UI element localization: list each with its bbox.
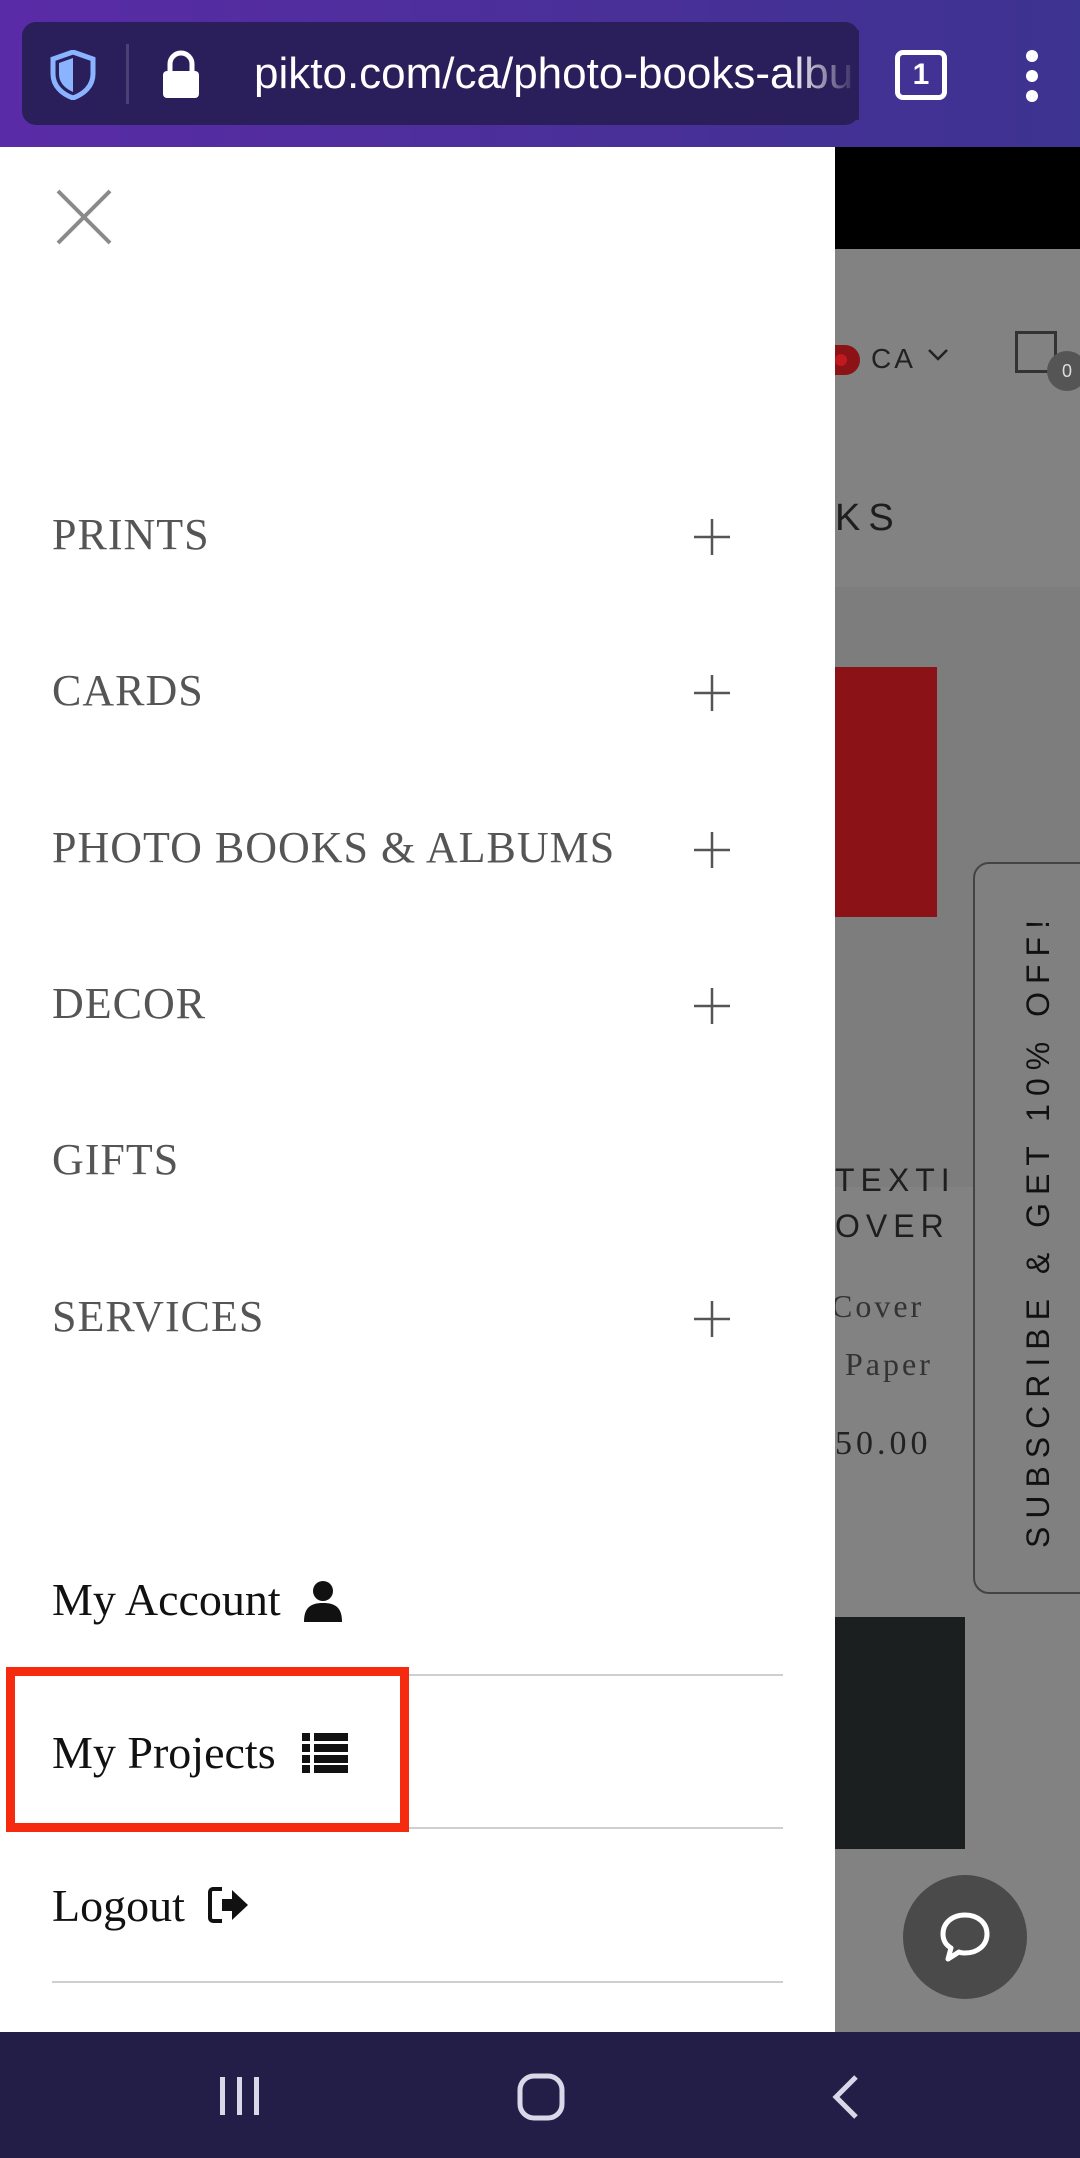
subscribe-label: SUBSCRIBE & GET 10% OFF!: [1020, 912, 1056, 1548]
chat-bubble-icon: [940, 1912, 990, 1962]
url-divider: [126, 44, 129, 104]
plus-icon[interactable]: [692, 830, 732, 870]
product-title-fragment: TEXTI OVER: [835, 1162, 956, 1244]
close-icon[interactable]: [55, 188, 113, 246]
menu-label: SERVICES: [52, 1292, 265, 1341]
canada-flag-icon: [835, 345, 860, 375]
my-account-link[interactable]: My Account: [52, 1560, 782, 1640]
price-fragment: 50.00: [835, 1425, 932, 1462]
plus-icon[interactable]: [692, 517, 732, 557]
highlight-box: [6, 1667, 409, 1832]
system-nav-bar: [0, 2032, 1080, 2158]
shield-icon[interactable]: [50, 50, 96, 100]
menu-item-services[interactable]: SERVICES: [52, 1277, 742, 1357]
menu-label: GIFTS: [52, 1135, 180, 1184]
logout-link[interactable]: Logout: [52, 1866, 782, 1946]
logout-label: Logout: [52, 1880, 185, 1931]
plus-icon[interactable]: [692, 1299, 732, 1339]
menu-item-photo-books-albums[interactable]: PHOTO BOOKS & ALBUMS: [52, 808, 742, 888]
logout-icon: [208, 1887, 248, 1923]
plus-icon[interactable]: [692, 986, 732, 1026]
menu-item-cards[interactable]: CARDS: [52, 651, 742, 731]
menu-label: PRINTS: [52, 510, 210, 559]
lock-icon[interactable]: [160, 50, 202, 100]
user-icon: [304, 1581, 342, 1622]
url-text[interactable]: pikto.com/ca/photo-books-albu: [254, 44, 854, 104]
menu-label: CARDS: [52, 666, 204, 715]
announcement-bar: [835, 147, 1080, 249]
page-heading-fragment: KS: [835, 497, 902, 539]
back-icon[interactable]: [830, 2074, 860, 2120]
browser-toolbar: pikto.com/ca/photo-books-albu 1: [0, 0, 1080, 147]
recent-apps-icon[interactable]: [216, 2075, 264, 2117]
plus-icon[interactable]: [692, 673, 732, 713]
home-icon[interactable]: [516, 2072, 566, 2122]
cart-count-badge: 0: [1047, 351, 1080, 391]
menu-item-decor[interactable]: DECOR: [52, 964, 742, 1044]
dark-book-image: [835, 1617, 965, 1849]
red-book-image: [835, 667, 937, 917]
url-fade: [790, 30, 859, 120]
menu-item-prints[interactable]: PRINTS: [52, 495, 742, 575]
menu-label: PHOTO BOOKS & ALBUMS: [52, 823, 616, 872]
menu-item-gifts[interactable]: GIFTS: [52, 1120, 742, 1200]
divider: [52, 1981, 783, 1983]
my-account-label: My Account: [52, 1574, 281, 1625]
chat-button: [903, 1875, 1027, 1999]
product-desc-fragment: Cover Paper: [835, 1288, 933, 1382]
overflow-menu-icon[interactable]: [1018, 50, 1046, 102]
tab-switcher-button[interactable]: 1: [895, 50, 947, 100]
menu-label: DECOR: [52, 979, 207, 1028]
country-selector: CA: [871, 343, 916, 374]
chevron-down-icon: [928, 349, 948, 361]
